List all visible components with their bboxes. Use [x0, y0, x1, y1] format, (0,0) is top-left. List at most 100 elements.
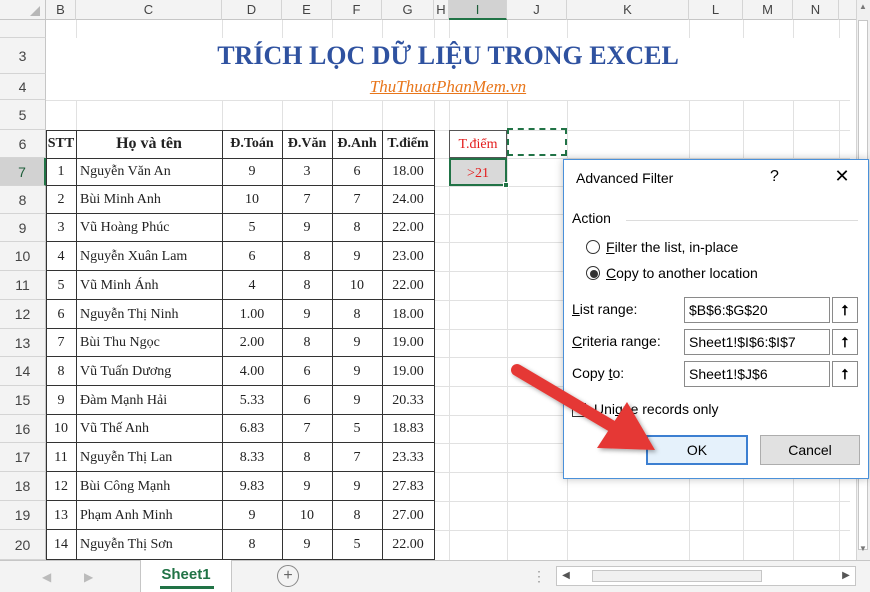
table-header-total[interactable]: T.điểm: [382, 130, 434, 158]
stt-cell[interactable]: 12: [46, 472, 76, 501]
name-cell[interactable]: Vũ Minh Ánh: [76, 271, 222, 300]
english-cell[interactable]: 9: [332, 357, 382, 386]
stt-cell[interactable]: 8: [46, 357, 76, 386]
math-cell[interactable]: 8: [222, 530, 282, 560]
math-cell[interactable]: 5.33: [222, 386, 282, 415]
literature-cell[interactable]: 8: [282, 329, 332, 357]
total-cell[interactable]: 18.83: [382, 415, 434, 443]
stt-cell[interactable]: 1: [46, 158, 76, 186]
copy-to-input[interactable]: Sheet1!$J$6: [684, 361, 830, 387]
math-cell[interactable]: 9: [222, 501, 282, 530]
total-cell[interactable]: 23.00: [382, 242, 434, 271]
stt-cell[interactable]: 6: [46, 300, 76, 329]
table-header-stt[interactable]: STT: [46, 130, 76, 158]
literature-cell[interactable]: 7: [282, 186, 332, 214]
stt-cell[interactable]: 9: [46, 386, 76, 415]
total-cell[interactable]: 22.00: [382, 271, 434, 300]
name-cell[interactable]: Phạm Anh Minh: [76, 501, 222, 530]
stt-cell[interactable]: 4: [46, 242, 76, 271]
math-cell[interactable]: 6: [222, 242, 282, 271]
prev-sheet-icon[interactable]: ◀: [42, 570, 51, 584]
name-cell[interactable]: Nguyễn Thị Ninh: [76, 300, 222, 329]
english-cell[interactable]: 5: [332, 530, 382, 560]
scroll-up-icon[interactable]: ▲: [856, 2, 870, 16]
literature-cell[interactable]: 8: [282, 443, 332, 472]
literature-cell[interactable]: 9: [282, 472, 332, 501]
stt-cell[interactable]: 5: [46, 271, 76, 300]
english-cell[interactable]: 9: [332, 329, 382, 357]
english-cell[interactable]: 9: [332, 472, 382, 501]
stt-cell[interactable]: 10: [46, 415, 76, 443]
name-cell[interactable]: Nguyễn Thị Lan: [76, 443, 222, 472]
name-cell[interactable]: Bùi Minh Anh: [76, 186, 222, 214]
criteria-value-cell[interactable]: >21: [449, 158, 507, 186]
criteria-header-cell[interactable]: T.điểm: [449, 130, 507, 158]
math-cell[interactable]: 4: [222, 271, 282, 300]
scroll-right-icon[interactable]: ▶: [836, 566, 856, 586]
stt-cell[interactable]: 3: [46, 214, 76, 242]
total-cell[interactable]: 27.83: [382, 472, 434, 501]
math-cell[interactable]: 8.33: [222, 443, 282, 472]
list-range-input[interactable]: $B$6:$G$20: [684, 297, 830, 323]
math-cell[interactable]: 2.00: [222, 329, 282, 357]
math-cell[interactable]: 5: [222, 214, 282, 242]
total-cell[interactable]: 24.00: [382, 186, 434, 214]
tab-split-handle-icon[interactable]: ⋮: [532, 568, 546, 585]
math-cell[interactable]: 6.83: [222, 415, 282, 443]
table-header-math[interactable]: Đ.Toán: [222, 130, 282, 158]
filter-in-place-radio[interactable]: [586, 240, 600, 254]
total-cell[interactable]: 20.33: [382, 386, 434, 415]
english-cell[interactable]: 7: [332, 186, 382, 214]
cancel-button[interactable]: Cancel: [760, 435, 860, 465]
literature-cell[interactable]: 3: [282, 158, 332, 186]
total-cell[interactable]: 22.00: [382, 214, 434, 242]
math-cell[interactable]: 9: [222, 158, 282, 186]
scroll-down-icon[interactable]: ▼: [856, 544, 870, 558]
name-cell[interactable]: Bùi Thu Ngọc: [76, 329, 222, 357]
table-header-name[interactable]: Họ và tên: [76, 130, 222, 158]
english-cell[interactable]: 5: [332, 415, 382, 443]
math-cell[interactable]: 9.83: [222, 472, 282, 501]
name-cell[interactable]: Vũ Hoàng Phúc: [76, 214, 222, 242]
name-cell[interactable]: Vũ Tuấn Dương: [76, 357, 222, 386]
english-cell[interactable]: 8: [332, 214, 382, 242]
name-cell[interactable]: Vũ Thế Anh: [76, 415, 222, 443]
literature-cell[interactable]: 8: [282, 242, 332, 271]
english-cell[interactable]: 6: [332, 158, 382, 186]
help-icon[interactable]: ?: [770, 168, 779, 186]
math-cell[interactable]: 4.00: [222, 357, 282, 386]
stt-cell[interactable]: 14: [46, 530, 76, 560]
math-cell[interactable]: 10: [222, 186, 282, 214]
literature-cell[interactable]: 9: [282, 300, 332, 329]
literature-cell[interactable]: 6: [282, 386, 332, 415]
scroll-left-icon[interactable]: ◀: [556, 566, 576, 586]
name-cell[interactable]: Nguyễn Thị Sơn: [76, 530, 222, 560]
total-cell[interactable]: 22.00: [382, 530, 434, 560]
literature-cell[interactable]: 7: [282, 415, 332, 443]
literature-cell[interactable]: 10: [282, 501, 332, 530]
total-cell[interactable]: 27.00: [382, 501, 434, 530]
stt-cell[interactable]: 7: [46, 329, 76, 357]
horizontal-scroll-thumb[interactable]: [592, 570, 762, 582]
table-header-literature[interactable]: Đ.Văn: [282, 130, 332, 158]
next-sheet-icon[interactable]: ▶: [84, 570, 93, 584]
math-cell[interactable]: 1.00: [222, 300, 282, 329]
name-cell[interactable]: Nguyễn Xuân Lam: [76, 242, 222, 271]
name-cell[interactable]: Nguyễn Văn An: [76, 158, 222, 186]
literature-cell[interactable]: 9: [282, 214, 332, 242]
filter-in-place-label[interactable]: Filter the list, in-place: [606, 239, 738, 255]
literature-cell[interactable]: 8: [282, 271, 332, 300]
list-range-collapse-icon[interactable]: ⭡: [832, 297, 858, 323]
total-cell[interactable]: 18.00: [382, 300, 434, 329]
english-cell[interactable]: 8: [332, 501, 382, 530]
criteria-range-input[interactable]: Sheet1!$I$6:$I$7: [684, 329, 830, 355]
total-cell[interactable]: 19.00: [382, 357, 434, 386]
english-cell[interactable]: 8: [332, 300, 382, 329]
name-cell[interactable]: Đàm Mạnh Hải: [76, 386, 222, 415]
english-cell[interactable]: 7: [332, 443, 382, 472]
english-cell[interactable]: 9: [332, 242, 382, 271]
stt-cell[interactable]: 11: [46, 443, 76, 472]
total-cell[interactable]: 19.00: [382, 329, 434, 357]
name-cell[interactable]: Bùi Công Mạnh: [76, 472, 222, 501]
close-icon[interactable]: ✕: [828, 166, 856, 188]
